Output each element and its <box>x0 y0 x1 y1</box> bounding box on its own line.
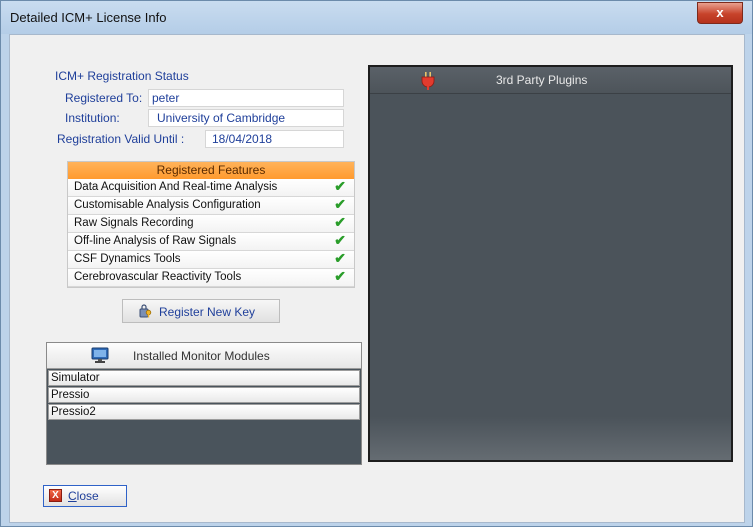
key-icon <box>139 304 152 318</box>
third-party-plugins-label: 3rd Party Plugins <box>496 73 588 87</box>
checkmark-icon: ✔ <box>334 214 346 230</box>
close-label-rest: lose <box>76 489 99 503</box>
feature-row: Customisable Analysis Configuration ✔ <box>68 196 354 215</box>
close-button[interactable]: X Close <box>43 485 127 507</box>
third-party-plugins-header: 3rd Party Plugins <box>370 67 731 94</box>
feature-label: Off-line Analysis of Raw Signals <box>74 235 237 247</box>
feature-label: Data Acquisition And Real-time Analysis <box>74 181 278 193</box>
registered-to-label: Registered To: <box>65 91 143 105</box>
feature-label: CSF Dynamics Tools <box>74 253 181 265</box>
feature-row: Raw Signals Recording ✔ <box>68 214 354 233</box>
feature-label: Customisable Analysis Configuration <box>74 199 261 211</box>
checkmark-icon: ✔ <box>334 232 346 248</box>
close-button-label: Close <box>68 489 99 503</box>
installed-monitor-modules-label: Installed Monitor Modules <box>133 349 270 363</box>
checkmark-icon: ✔ <box>334 178 346 194</box>
valid-until-value: 18/04/2018 <box>205 130 344 148</box>
valid-until-label: Registration Valid Until : <box>57 132 185 146</box>
monitor-module-item[interactable]: Pressio <box>48 387 360 403</box>
feature-label: Cerebrovascular Reactivity Tools <box>74 271 242 283</box>
title-bar[interactable]: Detailed ICM+ License Info x <box>1 1 752 34</box>
window-close-button[interactable]: x <box>697 2 743 24</box>
register-new-key-button[interactable]: Register New Key <box>122 299 280 323</box>
third-party-plugins-panel: 3rd Party Plugins <box>368 65 733 462</box>
dialog-body: ICM+ Registration Status Registered To: … <box>9 34 745 523</box>
institution-label: Institution: <box>65 111 120 125</box>
feature-label: Raw Signals Recording <box>74 217 194 229</box>
registered-to-value: peter <box>148 89 344 107</box>
close-icon: X <box>49 489 62 502</box>
monitor-icon <box>91 347 109 363</box>
register-new-key-label: Register New Key <box>159 305 256 319</box>
close-accelerator: C <box>68 489 77 503</box>
monitor-module-item[interactable]: Simulator <box>48 370 360 386</box>
checkmark-icon: ✔ <box>334 268 346 284</box>
feature-row: CSF Dynamics Tools ✔ <box>68 250 354 269</box>
plug-icon <box>421 72 435 90</box>
monitor-module-item[interactable]: Pressio2 <box>48 404 360 420</box>
registered-features-list: Registered Features Data Acquisition And… <box>67 161 355 288</box>
installed-monitor-modules-header: Installed Monitor Modules <box>47 343 361 369</box>
registration-status-title: ICM+ Registration Status <box>55 69 189 83</box>
checkmark-icon: ✔ <box>334 250 346 266</box>
feature-row: Data Acquisition And Real-time Analysis … <box>68 178 354 197</box>
feature-row: Off-line Analysis of Raw Signals ✔ <box>68 232 354 251</box>
license-info-window: Detailed ICM+ License Info x ICM+ Regist… <box>0 0 753 527</box>
window-title: Detailed ICM+ License Info <box>10 10 167 25</box>
feature-row: Cerebrovascular Reactivity Tools ✔ <box>68 268 354 287</box>
installed-monitor-modules-panel: Installed Monitor Modules Simulator Pres… <box>46 342 362 465</box>
institution-value: University of Cambridge <box>148 109 344 127</box>
registered-features-header: Registered Features <box>68 162 354 179</box>
checkmark-icon: ✔ <box>334 196 346 212</box>
